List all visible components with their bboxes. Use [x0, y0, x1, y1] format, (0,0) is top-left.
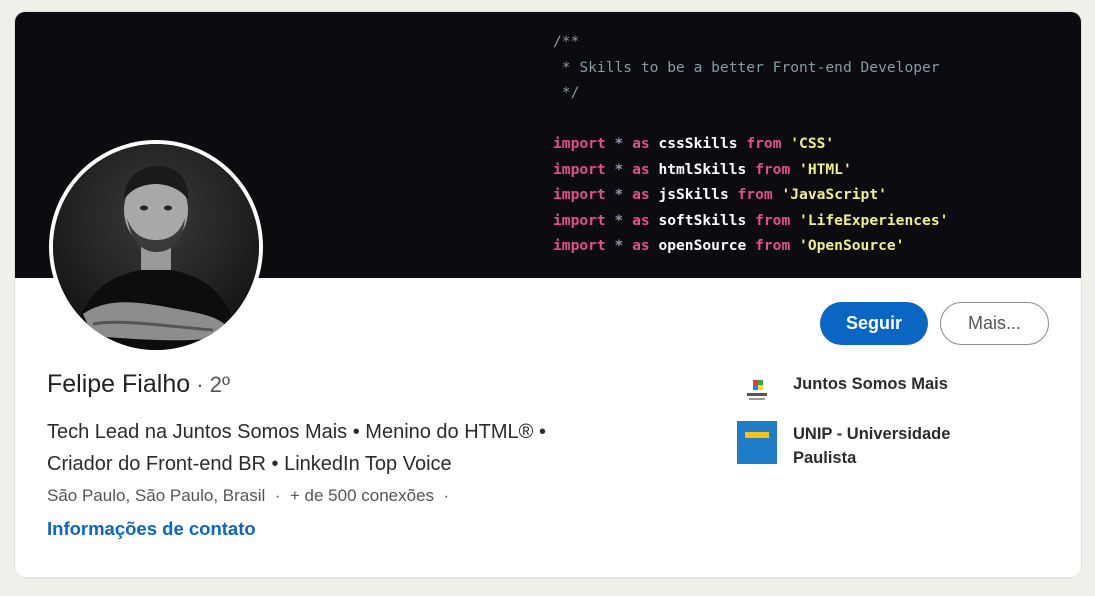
- code-token: 'OpenSource': [790, 237, 905, 254]
- code-token: from: [755, 211, 791, 229]
- code-token: * Skills to be a better Front-end Develo…: [553, 58, 940, 76]
- juntos-somos-mais-logo-icon: [737, 372, 777, 412]
- code-token: as: [632, 135, 650, 152]
- code-token: *: [605, 160, 633, 178]
- code-token: *: [605, 186, 633, 203]
- profile-card: /** * Skills to be a better Front-end De…: [15, 12, 1081, 577]
- code-token: from: [755, 160, 791, 178]
- code-token: import: [553, 135, 606, 152]
- code-token: openSource: [649, 237, 756, 254]
- code-token: import: [553, 211, 606, 229]
- code-line: import * as softSkills from 'LifeExperie…: [553, 208, 948, 234]
- code-token: as: [632, 237, 650, 254]
- experience-name: UNIP - Universidade Paulista: [793, 425, 951, 467]
- code-line: /**: [553, 29, 948, 55]
- code-token: 'HTML': [790, 160, 852, 178]
- code-line: import * as htmlSkills from 'HTML': [553, 157, 948, 183]
- name-separator: ·: [190, 372, 210, 397]
- code-token: from: [737, 186, 773, 203]
- experience-item-unip[interactable]: UNIP - Universidade Paulista: [737, 420, 1003, 470]
- code-token: import: [553, 160, 606, 178]
- connections-count[interactable]: + de 500 conexões: [290, 486, 434, 505]
- code-token: 'JavaScript': [772, 186, 887, 203]
- profile-location: São Paulo, São Paulo, Brasil: [47, 486, 266, 505]
- contact-info-link[interactable]: Informações de contato: [47, 518, 256, 540]
- code-token: htmlSkills: [649, 160, 756, 178]
- person-silhouette-icon: [53, 144, 259, 350]
- experience-item-juntos-somos-mais[interactable]: Juntos Somos Mais: [737, 372, 1003, 412]
- code-line: import * as jsSkills from 'JavaScript': [553, 182, 948, 208]
- code-token: /**: [553, 33, 580, 50]
- code-token: softSkills: [649, 211, 756, 229]
- code-token: as: [632, 211, 650, 229]
- code-token: as: [632, 160, 650, 178]
- location-separator: ·: [265, 486, 290, 505]
- headline-line: Criador do Front-end BR • LinkedIn Top V…: [47, 453, 452, 475]
- profile-name-row: Felipe Fialho · 2º: [47, 370, 230, 399]
- avatar[interactable]: [49, 140, 263, 354]
- connections-separator: ·: [434, 486, 450, 505]
- headline-line: Tech Lead na Juntos Somos Mais • Menino …: [47, 421, 546, 443]
- banner-code-snippet: /** * Skills to be a better Front-end De…: [553, 29, 948, 259]
- code-token: import: [553, 186, 606, 203]
- experience-name: Juntos Somos Mais: [793, 375, 948, 393]
- unip-logo-icon: [737, 420, 777, 464]
- code-token: *: [605, 135, 633, 152]
- code-token: from: [755, 237, 791, 254]
- code-token: from: [746, 135, 782, 152]
- code-line: import * as cssSkills from 'CSS': [553, 131, 948, 157]
- code-token: *: [605, 211, 633, 229]
- more-button[interactable]: Mais...: [940, 302, 1049, 345]
- code-token: */: [553, 84, 580, 101]
- profile-name: Felipe Fialho: [47, 370, 191, 398]
- code-token: cssSkills: [649, 135, 747, 152]
- code-line: */: [553, 80, 948, 106]
- code-token: 'CSS': [781, 135, 835, 152]
- follow-button[interactable]: Seguir: [820, 302, 928, 345]
- code-line: * Skills to be a better Front-end Develo…: [553, 55, 948, 81]
- code-line: import * as openSource from 'OpenSource': [553, 233, 948, 259]
- connection-degree: 2º: [209, 372, 230, 397]
- code-token: *: [605, 237, 633, 254]
- code-token: 'LifeExperiences': [790, 211, 949, 229]
- profile-location-row: São Paulo, São Paulo, Brasil · + de 500 …: [47, 486, 449, 506]
- profile-headline: Tech Lead na Juntos Somos Mais • Menino …: [47, 416, 687, 480]
- code-token: as: [632, 186, 650, 203]
- avatar-photo: [53, 144, 259, 350]
- code-token: jsSkills: [649, 186, 738, 203]
- code-token: import: [553, 237, 606, 254]
